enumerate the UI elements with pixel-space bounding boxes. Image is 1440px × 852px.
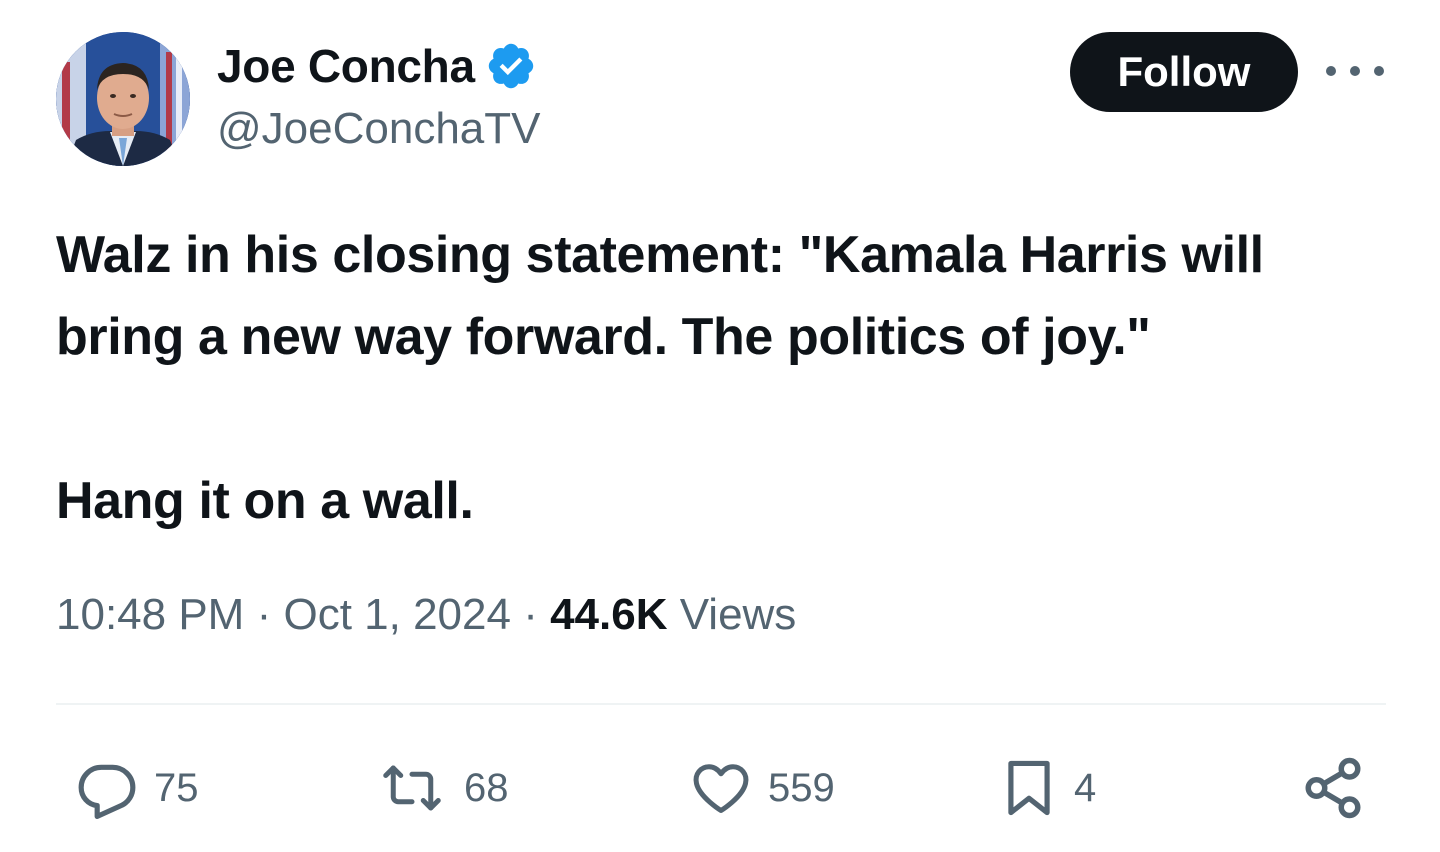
repost-count: 68 (464, 765, 509, 810)
repost-icon (383, 765, 441, 811)
follow-button[interactable]: Follow (1070, 32, 1298, 112)
tweet-text-paragraph: Walz in his closing statement: "Kamala H… (56, 226, 1264, 366)
tweet-text: Walz in his closing statement: "Kamala H… (56, 214, 1396, 542)
bookmark-count: 4 (1074, 765, 1097, 810)
verified-badge-icon[interactable] (485, 40, 537, 92)
tweet-card: Joe Concha @JoeConchaTV Follow Walz in h… (0, 0, 1440, 852)
share-button[interactable] (1300, 756, 1366, 820)
ellipsis-icon[interactable] (1326, 54, 1384, 88)
ellipsis-dot (1350, 66, 1360, 76)
reply-count: 75 (154, 765, 199, 810)
reply-icon (78, 764, 136, 819)
views-count: 44.6K (550, 590, 668, 639)
author-name-row[interactable]: Joe Concha (217, 38, 537, 94)
tweet-meta: 10:48 PM · Oct 1, 2024 · 44.6K Views (56, 590, 796, 640)
bookmark-icon (1008, 760, 1050, 816)
tweet-text-paragraph: Hang it on a wall. (56, 472, 474, 530)
views-label: Views (679, 590, 797, 639)
avatar[interactable] (56, 32, 190, 166)
ellipsis-dot (1374, 66, 1384, 76)
author-display-name[interactable]: Joe Concha (217, 39, 475, 93)
reply-button[interactable]: 75 (74, 756, 199, 820)
meta-separator: · (256, 590, 272, 639)
divider (56, 703, 1386, 705)
repost-button[interactable]: 68 (374, 756, 509, 820)
like-count: 559 (768, 765, 835, 810)
like-button[interactable]: 559 (688, 756, 835, 820)
author-handle[interactable]: @JoeConchaTV (217, 104, 541, 154)
meta-separator: · (523, 590, 538, 639)
bookmark-button[interactable]: 4 (998, 756, 1096, 820)
tweet-date[interactable]: Oct 1, 2024 (283, 590, 510, 639)
tweet-time[interactable]: 10:48 PM (56, 590, 244, 639)
ellipsis-dot (1326, 66, 1336, 76)
heart-icon (693, 764, 749, 813)
avatar-photo (56, 32, 190, 166)
share-icon (1305, 757, 1361, 819)
